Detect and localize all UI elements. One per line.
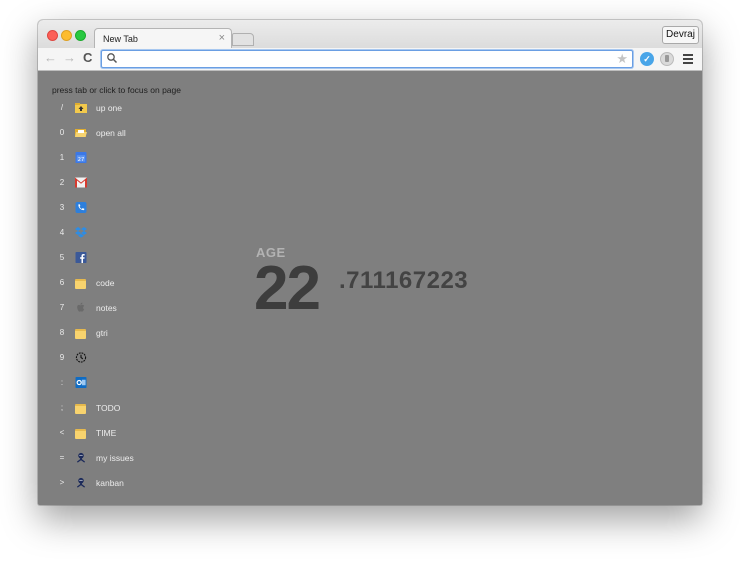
- hamburger-menu-icon[interactable]: [683, 54, 693, 64]
- bookmark-item-my-issues[interactable]: = my issues: [56, 448, 256, 468]
- profile-button[interactable]: Devraj: [662, 26, 699, 44]
- bookmark-label: open all: [96, 128, 126, 138]
- bookmark-label: up one: [96, 103, 122, 113]
- dropbox-icon: [75, 227, 87, 238]
- bookmark-key: <: [59, 428, 65, 437]
- age-integer: 22: [254, 254, 321, 323]
- bookmark-key: :: [60, 378, 64, 387]
- phone-icon: [75, 202, 87, 213]
- new-tab-page[interactable]: press tab or click to focus on page / up…: [38, 71, 702, 505]
- folder-icon: [75, 279, 86, 289]
- minimize-window-button[interactable]: [61, 30, 72, 41]
- bookmark-item-facebook[interactable]: 5: [56, 248, 256, 268]
- facebook-icon: [75, 252, 87, 263]
- bookmark-key: ;: [60, 403, 64, 412]
- bookmark-item-kanban[interactable]: > kanban: [56, 473, 256, 493]
- reload-button[interactable]: C: [83, 51, 92, 65]
- folder-icon: [75, 329, 86, 339]
- apple-icon: [77, 302, 85, 312]
- tab-strip: New Tab × Devraj: [38, 20, 702, 49]
- star-icon[interactable]: ★: [616, 51, 628, 66]
- bookmark-key: >: [59, 478, 65, 487]
- folder-icon: [75, 429, 86, 439]
- bookmark-item-time[interactable]: < TIME: [56, 423, 256, 443]
- bookmark-label: TIME: [96, 428, 117, 438]
- bookmark-item-clock[interactable]: 9: [56, 348, 256, 368]
- zoom-window-button[interactable]: [75, 30, 86, 41]
- bookmark-item-outlook[interactable]: :: [56, 373, 256, 393]
- bookmark-key: 9: [59, 353, 65, 362]
- age-decimal: .711167223: [339, 267, 469, 294]
- address-bar[interactable]: ★: [101, 50, 633, 68]
- github-octocat-icon: [76, 477, 86, 488]
- bookmark-key: 7: [59, 303, 65, 312]
- bookmark-key: 0: [59, 128, 65, 137]
- gray-toggle-extension-icon[interactable]: [660, 52, 674, 66]
- back-button[interactable]: ←: [44, 51, 57, 65]
- bookmark-key: =: [59, 453, 65, 462]
- bookmark-item-notes[interactable]: 7 notes: [56, 298, 256, 318]
- bookmark-key: 4: [59, 228, 65, 237]
- browser-toolbar: ← → C ★ ✓: [38, 48, 702, 71]
- bookmark-key: 8: [59, 328, 65, 337]
- bookmark-label: notes: [96, 303, 117, 313]
- bookmark-item-open-all[interactable]: 0 open all: [56, 123, 256, 143]
- calendar-icon: 27: [75, 152, 87, 163]
- clock-icon: [75, 352, 87, 363]
- bookmark-label: TODO: [96, 403, 121, 413]
- blue-circle-extension-icon[interactable]: ✓: [640, 52, 654, 66]
- outlook-icon: [75, 377, 87, 388]
- bookmark-item-gmail[interactable]: 2: [56, 173, 256, 193]
- close-window-button[interactable]: [47, 30, 58, 41]
- bookmark-key: 3: [59, 203, 65, 212]
- browser-window: New Tab × Devraj ← → C ★ ✓ press tab or …: [38, 20, 702, 505]
- close-icon[interactable]: ×: [219, 32, 225, 44]
- bookmark-key: /: [60, 103, 64, 112]
- bookmark-key: 2: [59, 178, 65, 187]
- bookmark-item-phone[interactable]: 3: [56, 198, 256, 218]
- bookmark-item-up-one[interactable]: / up one: [56, 98, 256, 118]
- bookmark-item-gtri[interactable]: 8 gtri: [56, 323, 256, 343]
- folder-icon: [75, 404, 86, 414]
- bookmark-item-todo[interactable]: ; TODO: [56, 398, 256, 418]
- folder-up-icon: [75, 103, 87, 113]
- github-octocat-icon: [76, 452, 86, 463]
- bookmark-item-dropbox[interactable]: 4: [56, 223, 256, 243]
- bookmark-key: 6: [59, 278, 65, 287]
- bookmark-item-code[interactable]: 6 code: [56, 273, 256, 293]
- bookmark-label: my issues: [96, 453, 134, 463]
- tab-new-tab[interactable]: New Tab ×: [94, 28, 232, 49]
- new-tab-button[interactable]: [232, 33, 254, 46]
- bookmark-label: gtri: [96, 328, 108, 338]
- svg-text:27: 27: [78, 157, 84, 163]
- gmail-icon: [75, 177, 87, 188]
- bookmark-item-calendar[interactable]: 1 27: [56, 148, 256, 168]
- folder-open-icon: [75, 129, 87, 137]
- tab-title: New Tab: [103, 34, 138, 44]
- bookmark-label: code: [96, 278, 115, 288]
- bookmark-label: kanban: [96, 478, 124, 488]
- bookmark-key: 1: [59, 153, 65, 162]
- forward-button[interactable]: →: [63, 51, 76, 65]
- bookmark-key: 5: [59, 253, 65, 262]
- search-icon: [107, 53, 118, 64]
- focus-hint: press tab or click to focus on page: [52, 85, 181, 95]
